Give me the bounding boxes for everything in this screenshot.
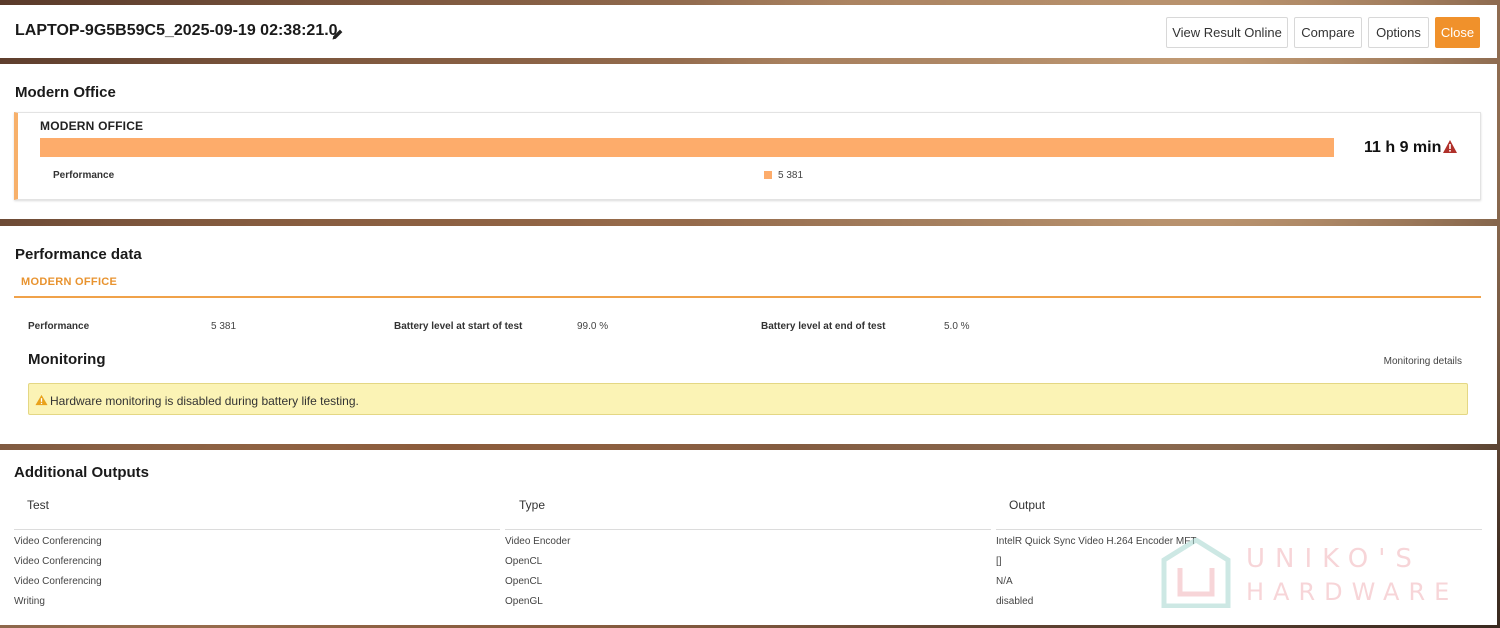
section-title: Modern Office	[15, 84, 116, 101]
cell-output: disabled	[996, 596, 1034, 607]
alert-text: Hardware monitoring is disabled during b…	[50, 394, 359, 408]
legend-swatch	[764, 171, 772, 179]
performance-data-panel: Performance data MODERN OFFICE Performan…	[0, 226, 1497, 444]
kv-value: 5.0 %	[944, 321, 970, 332]
column-header-test: Test	[27, 498, 50, 512]
metric-label: Performance	[53, 170, 115, 181]
metric-value: 5 381	[778, 170, 804, 181]
monitoring-alert: Hardware monitoring is disabled during b…	[28, 383, 1468, 415]
pencil-icon[interactable]	[331, 28, 344, 41]
tab-modern-office[interactable]: MODERN OFFICE	[21, 276, 117, 288]
header-divider	[14, 529, 500, 530]
cell-type: Video Encoder	[505, 536, 571, 547]
close-button[interactable]: Close	[1435, 17, 1480, 48]
kv-value: 99.0 %	[577, 321, 609, 332]
warning-icon[interactable]	[1442, 139, 1458, 154]
cell-test: Video Conferencing	[14, 556, 102, 567]
result-title: LAPTOP-9G5B59C5_2025-09-19 02:38:21.0	[15, 22, 338, 39]
modern-office-panel: Modern Office MODERN OFFICE Performance …	[0, 64, 1497, 219]
monitoring-title: Monitoring	[28, 351, 106, 368]
cell-output: IntelR Quick Sync Video H.264 Encoder MF…	[996, 536, 1197, 547]
cell-output: []	[996, 556, 1002, 567]
kv-label: Battery level at end of test	[761, 321, 886, 332]
column-header-output: Output	[1009, 498, 1046, 512]
section-title: Additional Outputs	[14, 464, 149, 481]
cell-type: OpenCL	[505, 576, 543, 587]
kv-label: Battery level at start of test	[394, 321, 523, 332]
view-result-online-button[interactable]: View Result Online	[1166, 17, 1288, 48]
cell-test: Video Conferencing	[14, 576, 102, 587]
header-divider	[505, 529, 991, 530]
result-header: LAPTOP-9G5B59C5_2025-09-19 02:38:21.0 Vi…	[0, 5, 1497, 58]
compare-button[interactable]: Compare	[1294, 17, 1362, 48]
cell-test: Video Conferencing	[14, 536, 102, 547]
kv-value: 5 381	[211, 321, 237, 332]
cell-output: N/A	[996, 576, 1013, 587]
options-button[interactable]: Options	[1368, 17, 1429, 48]
monitoring-details-link[interactable]: Monitoring details	[1300, 356, 1462, 367]
cell-type: OpenCL	[505, 556, 543, 567]
kv-label: Performance	[28, 321, 90, 332]
card-title: MODERN OFFICE	[40, 119, 144, 133]
score-card: MODERN OFFICE Performance 5 381 11 h 9 m…	[14, 112, 1481, 200]
column-header-type: Type	[519, 498, 546, 512]
warning-icon	[35, 394, 48, 406]
cell-type: OpenGL	[505, 596, 543, 607]
duration-score: 11 h 9 min	[1364, 139, 1442, 156]
score-bar	[40, 138, 1334, 157]
tab-underline	[14, 296, 1481, 298]
additional-outputs-panel: Additional Outputs Test Type Output Vide…	[0, 450, 1497, 625]
section-title: Performance data	[15, 246, 142, 263]
cell-test: Writing	[14, 596, 45, 607]
header-divider	[996, 529, 1482, 530]
